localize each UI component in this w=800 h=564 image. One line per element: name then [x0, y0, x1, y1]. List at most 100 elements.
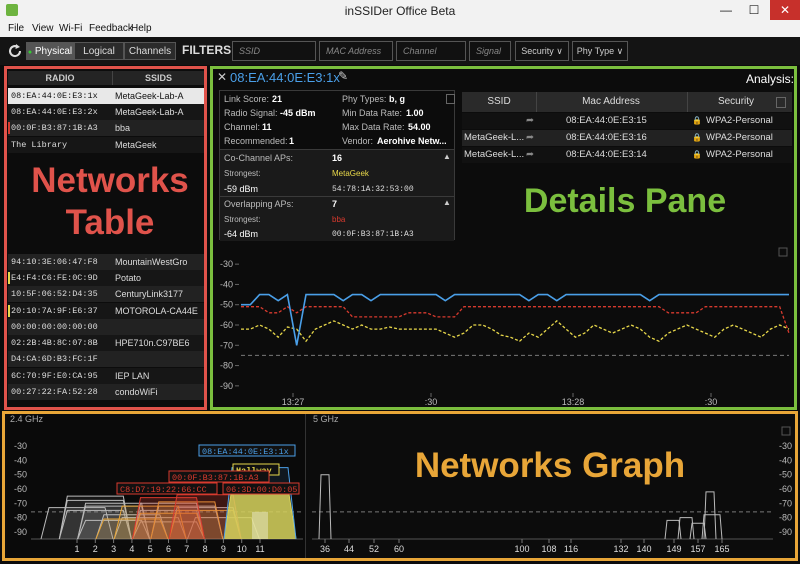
table-row[interactable]: 10:5F:06:52:D4:35 CenturyLink3177 — [8, 286, 204, 302]
channel-label: 10 — [237, 544, 247, 554]
y-tick-label: -80 — [779, 513, 792, 523]
row-ssid: HPE710n.C97BE6 — [115, 338, 190, 348]
overlapping-strongest-mac: 00:0F:B3:87:1B:A3 — [332, 230, 414, 239]
refresh-icon[interactable] — [7, 43, 23, 59]
highlight-bar — [252, 511, 268, 539]
row-ssid: bba — [115, 123, 131, 133]
mac-cell: 08:EA:44:0E:E3:16 — [566, 132, 647, 143]
mode-channels[interactable]: Channels — [124, 42, 176, 60]
mode-physical-label: Physical — [34, 46, 73, 57]
collapse-up-icon[interactable]: ▲ — [443, 198, 451, 207]
mode-logical[interactable]: Logical — [74, 42, 124, 60]
band-24-label: 2.4 GHz — [10, 414, 44, 424]
channel-label: 11 — [255, 544, 264, 554]
row-ssid: MountainWestGro — [115, 257, 188, 267]
table-row[interactable]: 08:EA:44:0E:E3:1x MetaGeek-Lab-A — [8, 88, 204, 104]
columns-menu-icon[interactable] — [776, 97, 786, 108]
security-dropdown[interactable]: Security ∨ — [515, 41, 569, 61]
ssid-filter-input[interactable]: SSID — [232, 41, 316, 61]
network-curve — [703, 491, 717, 540]
row-radio: D4:CA:6D:B3:FC:1F — [11, 354, 98, 364]
filters-label: FILTERS: — [182, 43, 236, 57]
table-row[interactable]: 00:27:22:FA:52:28 condoWiFi — [8, 384, 204, 400]
ssids-column-header[interactable]: SSIDS — [112, 71, 204, 85]
stats-collapse-icon[interactable] — [446, 94, 455, 104]
mac-filter-input[interactable]: MAC Address — [319, 41, 393, 61]
y-tick-label: -70 — [220, 340, 233, 350]
y-tick-label: -90 — [14, 527, 27, 537]
table-row[interactable]: D4:CA:6D:B3:FC:1F — [8, 351, 204, 367]
mac-address-column-header[interactable]: Mac Address — [536, 96, 686, 107]
collapse-up-icon[interactable]: ▲ — [443, 152, 451, 161]
y-tick-label: -70 — [14, 498, 27, 508]
table-row[interactable]: 00:0F:B3:87:1B:A3 bba — [8, 120, 204, 136]
cochannel-strongest-label: Strongest: — [224, 169, 261, 178]
ssid-column-header[interactable]: SSID — [462, 96, 536, 107]
close-button[interactable]: ✕ — [770, 0, 800, 20]
series-line — [241, 293, 789, 346]
mode-physical[interactable]: ● Physical — [26, 42, 74, 60]
maximize-button[interactable]: ☐ — [740, 0, 768, 20]
menu-file[interactable]: File — [8, 23, 24, 34]
row-radio: 08:EA:44:0E:E3:2x — [11, 107, 98, 117]
signal-filter-input[interactable]: Signal — [469, 41, 511, 61]
channel-label: 36 — [320, 544, 330, 554]
phy-type-dropdown[interactable]: Phy Type ∨ — [572, 41, 628, 61]
table-row[interactable]: The Library MetaGeek — [8, 137, 204, 153]
mac-cell: 08:EA:44:0E:E3:15 — [566, 115, 647, 126]
title-bar: inSSIDer Office Beta — ☐ ✕ — [0, 0, 800, 21]
row-radio: 00:27:22:FA:52:28 — [11, 387, 98, 397]
series-line — [241, 305, 790, 334]
row-ssid: Potato — [115, 273, 142, 283]
ssid-table-row[interactable]: MetaGeek-L... ➦ 08:EA:44:0E:E3:14 🔒 WPA2-Per… — [462, 147, 792, 163]
lock-icon: 🔒 — [692, 133, 702, 142]
menu-wifi[interactable]: Wi-Fi — [59, 23, 82, 34]
channel-label: 7 — [184, 544, 189, 554]
phy-type-dropdown-label: Phy Type — [576, 46, 615, 56]
menu-view[interactable]: View — [32, 23, 54, 34]
menu-help[interactable]: Help — [131, 23, 152, 34]
pencil-icon[interactable]: ✎ — [338, 69, 348, 83]
vendor-label: Vendor: — [342, 136, 374, 146]
channel-label: 157 — [690, 544, 705, 554]
row-radio: 10:5F:06:52:D4:35 — [11, 289, 98, 299]
recommended-label: Recommended: — [224, 136, 288, 146]
channel-label: 5 — [148, 544, 153, 554]
band-5-graph: -30 -40 -50 -60 -70 -80 -90 36 44 52 60 100 108 116 13… — [312, 426, 792, 554]
channel-filter-input[interactable]: Channel — [396, 41, 466, 61]
table-row[interactable]: 00:00:00:00:00:00 — [8, 319, 204, 335]
y-tick-label: -60 — [220, 320, 233, 330]
table-row[interactable]: 20:10:7A:9F:E6:37 MOTOROLA-CA44E — [8, 303, 204, 319]
channel-label: 149 — [666, 544, 681, 554]
channel-label: 52 — [369, 544, 379, 554]
table-row[interactable]: E4:F4:C6:FE:0C:9D Potato — [8, 270, 204, 286]
radio-column-header[interactable]: RADIO — [8, 71, 112, 85]
signal-history-chart: -30 -40 -50 -60 -70 -80 -90 13:27:30 13:28:30 — [220, 247, 790, 406]
analysis-label: Analysis: — [746, 72, 795, 86]
x-tick-label: :30 — [705, 397, 718, 406]
channel-label: Channel: — [224, 122, 261, 132]
table-row[interactable]: 94:10:3E:06:47:F8 MountainWestGro — [8, 254, 204, 270]
ssid-cell: MetaGeek-L... — [464, 149, 525, 160]
phy-types-label: Phy Types: — [342, 94, 387, 104]
channel-label: 8 — [203, 544, 208, 554]
radio-signal-value: -45 dBm — [280, 108, 316, 118]
security-column-header[interactable]: Security — [686, 96, 786, 107]
table-row[interactable]: 02:2B:4B:8C:07:8B HPE710n.C97BE6 — [8, 335, 204, 351]
ssid-table-row[interactable]: MetaGeek-L... ➦ 08:EA:44:0E:E3:16 🔒 WPA2-Per… — [462, 130, 792, 146]
signal-color-bar — [8, 305, 10, 317]
cochannel-strongest-mac: 54:78:1A:32:53:00 — [332, 185, 414, 194]
menu-feedback[interactable]: Feedback — [89, 23, 133, 34]
vendor-value: Aerohive Netw... — [377, 136, 447, 146]
row-ssid: MetaGeek-Lab-A — [115, 91, 184, 101]
minimize-button[interactable]: — — [712, 0, 740, 20]
channel-label: 3 — [111, 544, 116, 554]
row-radio: 00:0F:B3:87:1B:A3 — [11, 123, 98, 133]
y-tick-label: -80 — [14, 513, 27, 523]
table-row[interactable]: 6C:70:9F:E0:CA:95 IEP LAN — [8, 368, 204, 384]
y-tick-label: -50 — [779, 470, 792, 480]
table-row[interactable]: 08:EA:44:0E:E3:2x MetaGeek-Lab-A — [8, 104, 204, 120]
ssid-table-row[interactable]: ➦ 08:EA:44:0E:E3:15 🔒 WPA2-Personal — [462, 113, 792, 129]
close-icon[interactable]: ✕ — [217, 70, 227, 84]
channel-value: 11 — [262, 122, 272, 132]
